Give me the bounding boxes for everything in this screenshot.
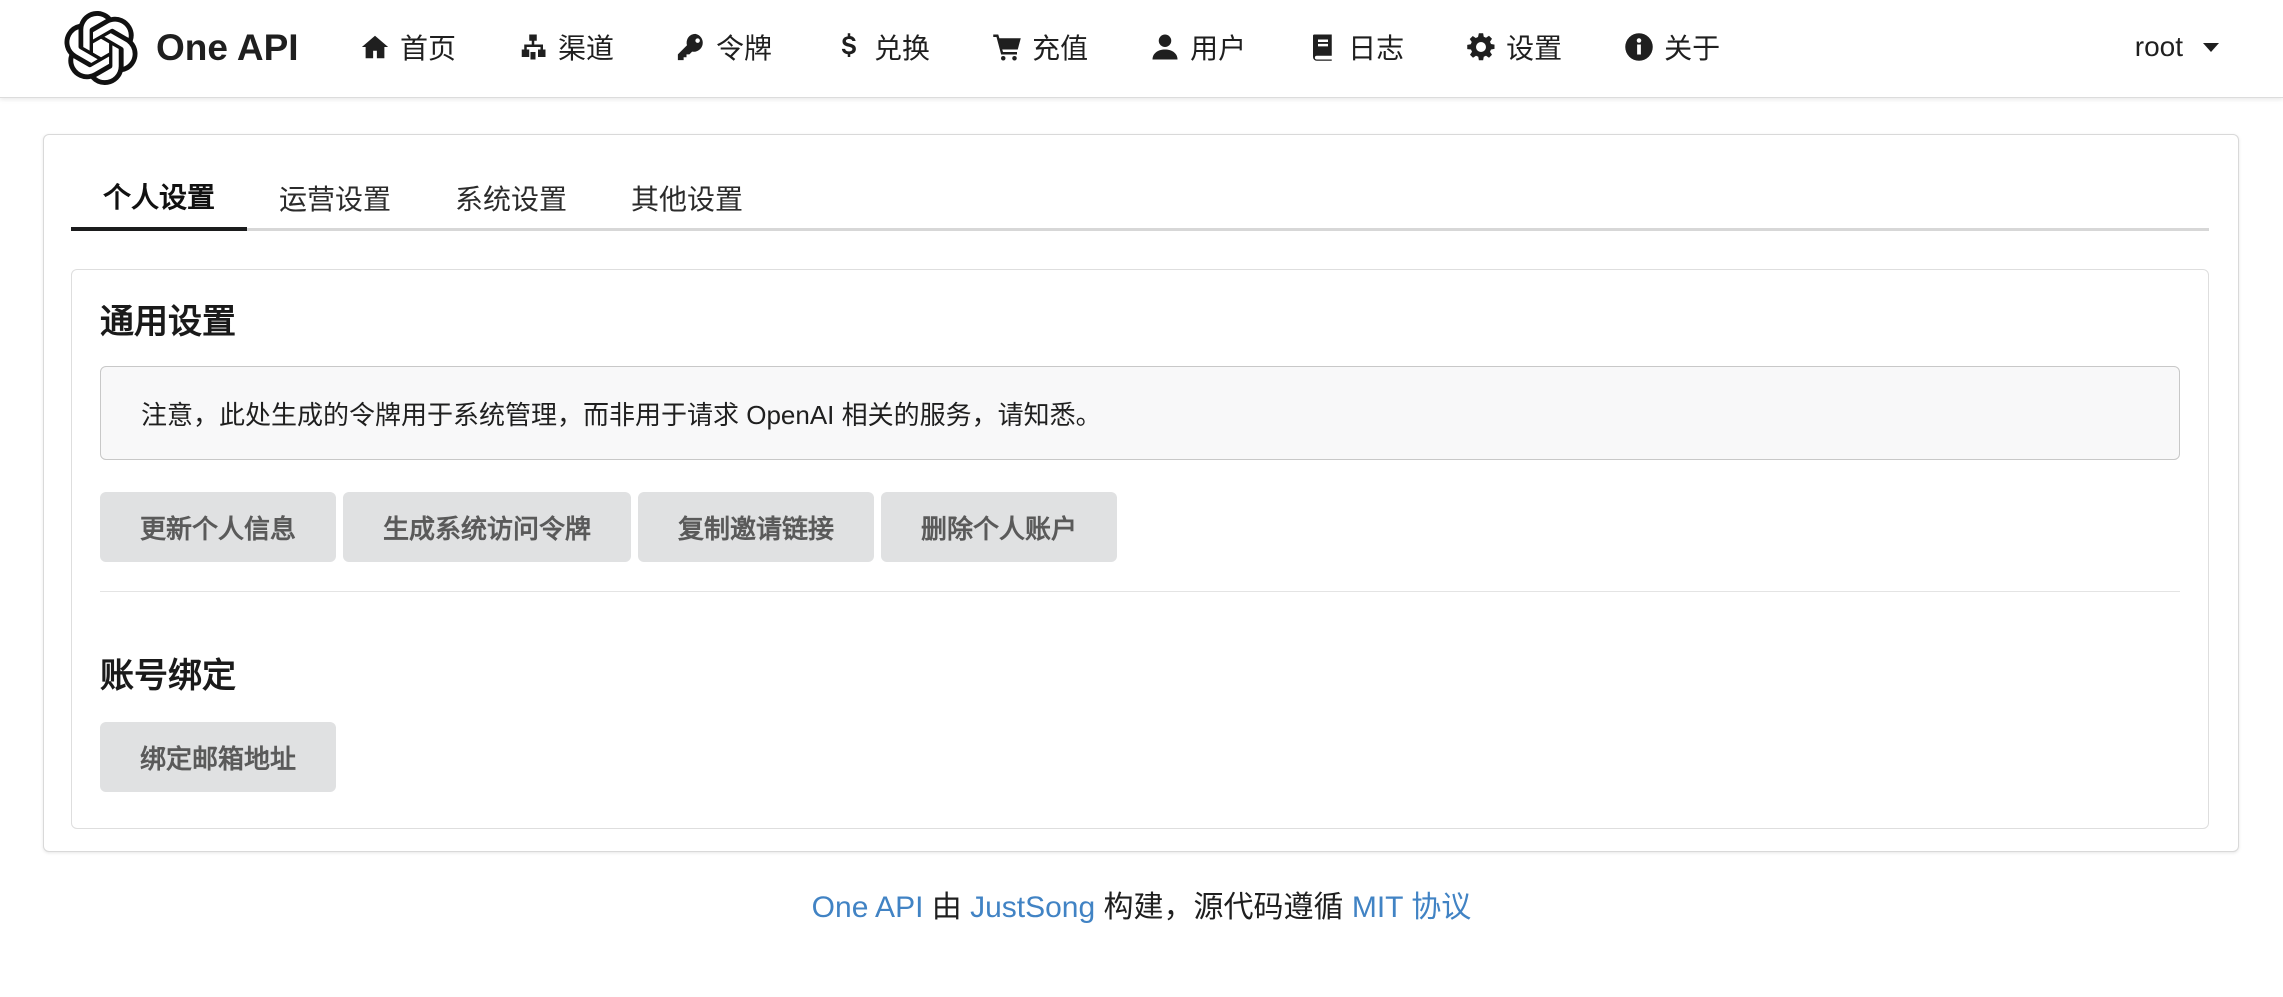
nav-item-label: 令牌 — [716, 33, 773, 64]
nav-item-redeem[interactable]: 兑换 — [834, 0, 930, 94]
delete-account-button[interactable]: 删除个人账户 — [881, 492, 1118, 562]
settings-card: 个人设置 运营设置 系统设置 其他设置 通用设置 注意，此处生成的令牌用于系统管… — [43, 134, 2239, 852]
tab-operation-settings[interactable]: 运营设置 — [247, 165, 423, 231]
nav-item-logs[interactable]: 日志 — [1308, 0, 1404, 94]
nav-item-label: 日志 — [1348, 33, 1405, 64]
general-actions: 更新个人信息 生成系统访问令牌 复制邀请链接 删除个人账户 — [100, 492, 1124, 562]
personal-settings-panel: 通用设置 注意，此处生成的令牌用于系统管理，而非用于请求 OpenAI 相关的服… — [71, 269, 2209, 829]
openai-logo-icon — [64, 11, 138, 85]
binding-actions: 绑定邮箱地址 — [100, 722, 343, 792]
nav-item-label: 首页 — [400, 33, 457, 64]
nav-item-topup[interactable]: 充值 — [992, 0, 1088, 94]
nav-item-label: 设置 — [1506, 33, 1563, 64]
update-profile-button[interactable]: 更新个人信息 — [100, 492, 337, 562]
gear-icon — [1466, 32, 1496, 62]
user-icon — [1150, 32, 1180, 62]
nav-menu: 首页 渠道 令牌 兑换 充值 用户 日志 设置 关于 — [360, 0, 1782, 94]
footer: One API 由 JustSong 构建，源代码遵循 MIT 协议 — [0, 882, 2283, 926]
nav-item-users[interactable]: 用户 — [1150, 0, 1246, 94]
nav-item-label: 用户 — [1190, 33, 1247, 64]
token-notice-message: 注意，此处生成的令牌用于系统管理，而非用于请求 OpenAI 相关的服务，请知悉… — [100, 366, 2180, 460]
sitemap-icon — [518, 32, 548, 62]
brand-link[interactable]: One API — [64, 10, 299, 86]
footer-project-link[interactable]: One API — [812, 891, 924, 924]
nav-item-label: 渠道 — [558, 33, 615, 64]
nav-item-home[interactable]: 首页 — [360, 0, 456, 94]
nav-item-label: 兑换 — [874, 33, 931, 64]
footer-text-middle: 构建，源代码遵循 — [1095, 891, 1352, 924]
top-navbar: One API 首页 渠道 令牌 兑换 充值 用户 日志 设置 关于 root — [0, 0, 2283, 98]
settings-tabs: 个人设置 运营设置 系统设置 其他设置 — [71, 165, 2209, 231]
user-dropdown[interactable]: root — [2135, 0, 2219, 94]
tab-other-settings[interactable]: 其他设置 — [599, 165, 775, 231]
account-binding-title: 账号绑定 — [100, 657, 236, 695]
brand-name: One API — [156, 27, 299, 68]
section-divider — [100, 591, 2180, 592]
tab-system-settings[interactable]: 系统设置 — [423, 165, 599, 231]
footer-text-by: 由 — [923, 891, 971, 924]
dollar-icon — [834, 32, 864, 62]
cart-icon — [992, 32, 1022, 62]
bind-email-button[interactable]: 绑定邮箱地址 — [100, 722, 337, 792]
username: root — [2134, 31, 2183, 62]
general-settings-title: 通用设置 — [100, 303, 236, 341]
book-icon — [1308, 32, 1338, 62]
nav-item-channels[interactable]: 渠道 — [518, 0, 614, 94]
generate-token-button[interactable]: 生成系统访问令牌 — [343, 492, 632, 562]
key-icon — [676, 32, 706, 62]
footer-author-link[interactable]: JustSong — [970, 891, 1095, 924]
nav-item-about[interactable]: 关于 — [1624, 0, 1720, 94]
copy-invite-link-button[interactable]: 复制邀请链接 — [638, 492, 875, 562]
caret-down-icon — [2203, 42, 2219, 52]
nav-item-settings[interactable]: 设置 — [1466, 0, 1562, 94]
nav-item-label: 关于 — [1664, 33, 1721, 64]
footer-license-link[interactable]: MIT 协议 — [1352, 891, 1471, 924]
info-icon — [1624, 32, 1654, 62]
home-icon — [360, 32, 390, 62]
nav-item-tokens[interactable]: 令牌 — [676, 0, 772, 94]
tab-personal-settings[interactable]: 个人设置 — [71, 165, 248, 231]
nav-item-label: 充值 — [1032, 33, 1089, 64]
